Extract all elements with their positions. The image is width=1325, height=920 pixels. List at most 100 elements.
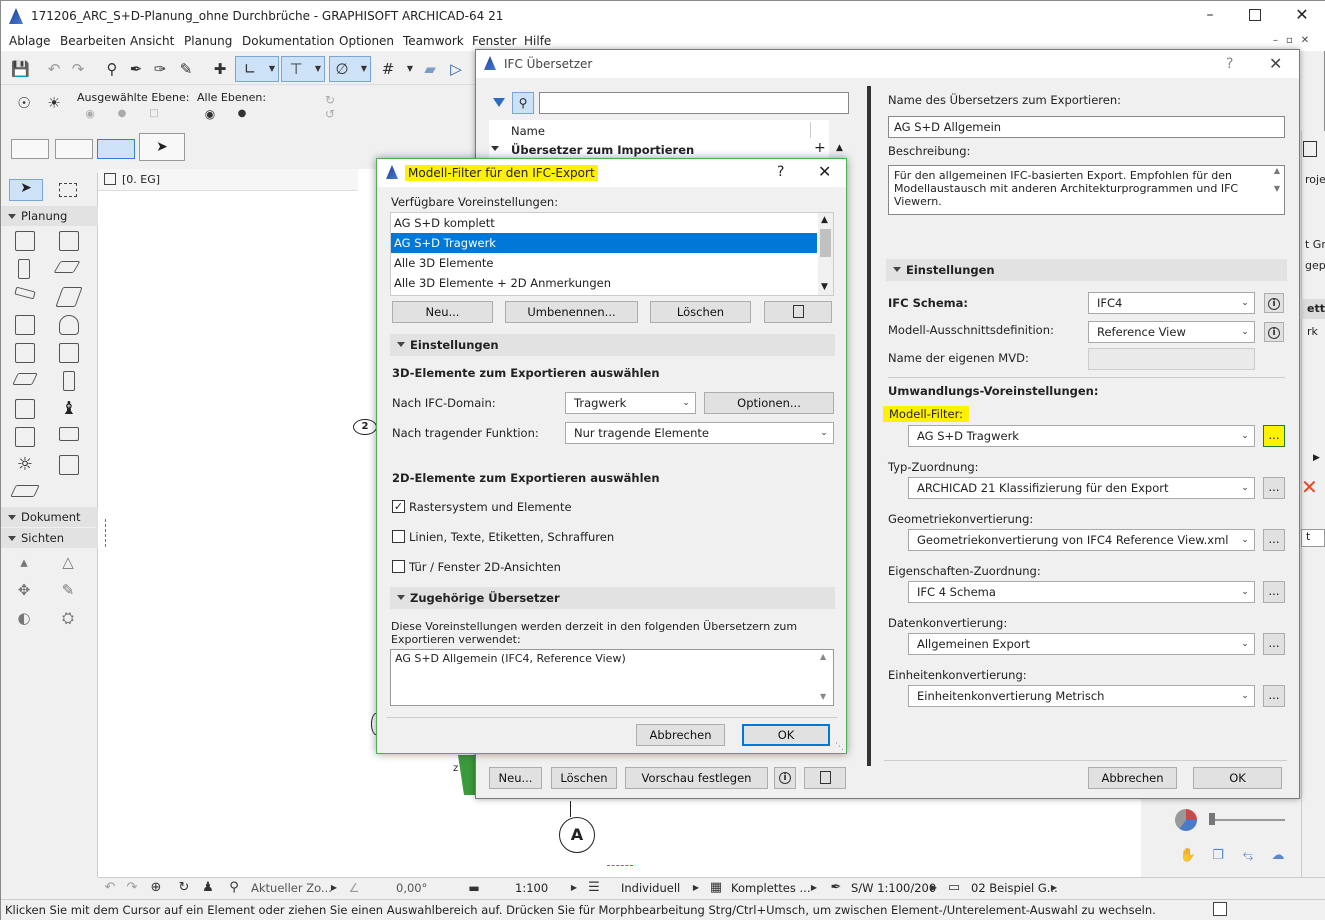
scroll-thumb[interactable]	[820, 229, 831, 257]
zoom-fit-icon[interactable]: ⚲	[225, 879, 243, 897]
scroll-down-icon[interactable]: ▼	[821, 282, 828, 292]
magic-wand-icon[interactable]: ✎	[177, 60, 195, 78]
palette-icon-3[interactable]: ⥃	[1239, 847, 1257, 865]
story-tab[interactable]: [0. EG]	[98, 169, 358, 191]
model-view-icon[interactable]: ▦	[707, 879, 725, 897]
save-icon[interactable]: 💾	[11, 60, 30, 78]
preset-item-selected[interactable]: AG S+D Tragwerk	[391, 233, 817, 253]
related-translators-header[interactable]: Zugehörige Übersetzer	[390, 587, 835, 609]
change-tool-icon[interactable]: ◐	[15, 609, 33, 627]
ifc-settings-header[interactable]: Einstellungen	[886, 259, 1287, 281]
detail-tool-icon[interactable]: ✥	[15, 581, 33, 599]
panel-splitter[interactable]	[867, 86, 871, 766]
orbit-icon[interactable]: ↻	[175, 879, 193, 897]
skylight-tool-icon[interactable]	[63, 371, 75, 391]
preset-item[interactable]: AG S+D komplett	[391, 213, 817, 233]
preset-export-button[interactable]	[764, 301, 832, 323]
ifc-dialog-help-button[interactable]: ?	[1226, 56, 1233, 72]
units-edit-button[interactable]: ...	[1263, 685, 1285, 707]
ifc-ok-button[interactable]: OK	[1193, 767, 1282, 789]
collapse-icon[interactable]: ▲	[836, 143, 843, 153]
filter-ok-button[interactable]: OK	[742, 724, 830, 746]
related-scroll-up-icon[interactable]: ▲	[820, 652, 826, 661]
translator-name-input[interactable]: AG S+D Allgemein	[888, 116, 1285, 138]
maximize-button[interactable]	[1249, 9, 1261, 21]
preset-item[interactable]: Alle 3D Elemente	[391, 253, 817, 273]
ifc-dialog-close-button[interactable]: ✕	[1269, 54, 1282, 73]
scroll-up-icon[interactable]: ▲	[821, 215, 828, 225]
checkbox-door-window[interactable]	[392, 560, 405, 573]
palette-slider-thumb[interactable]	[1209, 813, 1215, 825]
redo-zoom-icon[interactable]: ↷	[123, 879, 141, 897]
ifc-schema-select[interactable]: IFC4 ⌄	[1088, 292, 1255, 314]
palette-slider[interactable]	[1211, 819, 1285, 821]
structural-function-select[interactable]: Nur tragende Elemente ⌄	[565, 422, 834, 444]
data-conversion-edit-button[interactable]: ...	[1263, 633, 1285, 655]
resize-grip-icon[interactable]: ⋱	[835, 742, 844, 752]
lock-icon[interactable]: ●	[113, 105, 131, 123]
layer-combo-value[interactable]: Individuell	[621, 881, 680, 895]
filter-icon[interactable]	[493, 98, 505, 107]
checkbox-grid-system[interactable]: ✓	[392, 500, 405, 513]
palette-icon-1[interactable]: ✋	[1179, 847, 1197, 865]
window-tool-icon[interactable]	[15, 343, 35, 363]
filter-dialog-help-button[interactable]: ?	[777, 164, 784, 180]
right-panel-chevron[interactable]: ▶	[1313, 453, 1320, 463]
angle-value[interactable]: 0,00°	[396, 881, 427, 895]
checkbox-lines-texts[interactable]	[392, 530, 405, 543]
model-filter-edit-button[interactable]: ...	[1263, 425, 1285, 447]
eye-icon[interactable]: ◉	[201, 105, 219, 123]
zoom-combo[interactable]: Aktueller Zo...	[251, 881, 332, 895]
toolbox-section-dokument[interactable]: Dokument	[1, 507, 98, 527]
section-tool-icon[interactable]: ▴	[15, 553, 33, 571]
find-select-icon[interactable]: ⚲	[103, 60, 121, 78]
menu-hilfe[interactable]: Hilfe	[524, 34, 551, 48]
ifc-domain-select[interactable]: Tragwerk ⌄	[565, 392, 696, 414]
menu-fenster[interactable]: Fenster	[472, 34, 517, 48]
worksheet-tool-icon[interactable]: ✎	[59, 581, 77, 599]
ifc-preview-button[interactable]: Vorschau festlegen	[625, 767, 768, 789]
angle-icon[interactable]: ∠	[345, 879, 363, 897]
toolbox-section-planung[interactable]: Planung	[1, 206, 98, 226]
railing-tool-icon[interactable]	[59, 427, 79, 441]
preset-rename-button[interactable]: Umbenennen...	[505, 301, 638, 323]
layer-combo-icon[interactable]: ☰	[585, 879, 603, 897]
toolbox-section-sichten[interactable]: Sichten	[1, 528, 98, 548]
filter-dialog-close-button[interactable]: ✕	[818, 162, 831, 181]
eye-icon[interactable]: ◉	[81, 105, 99, 123]
menu-bearbeiten[interactable]: Bearbeiten	[60, 34, 126, 48]
column-tool-icon[interactable]	[18, 259, 30, 279]
shell-tool-icon[interactable]	[15, 315, 35, 335]
palette-chart-icon[interactable]	[1175, 809, 1197, 831]
units-select[interactable]: Einheitenkonvertierung Metrisch ⌄	[908, 685, 1255, 707]
morph-tool-icon[interactable]	[59, 315, 79, 335]
chevron-down-icon[interactable]	[491, 146, 499, 151]
menu-dokumentation[interactable]: Dokumentation	[242, 34, 335, 48]
type-mapping-edit-button[interactable]: ...	[1263, 477, 1285, 499]
menu-teamwork[interactable]: Teamwork	[403, 34, 464, 48]
preset-new-button[interactable]: Neu...	[392, 301, 493, 323]
selection-method-button[interactable]	[11, 139, 49, 159]
arrow-tool[interactable]: ➤	[9, 179, 43, 201]
menu-optionen[interactable]: Optionen	[339, 34, 394, 48]
layer-icon[interactable]: □	[145, 105, 163, 123]
mvd-select[interactable]: Reference View ⌄	[1088, 321, 1255, 343]
status-clipboard-icon[interactable]	[1213, 902, 1227, 916]
add-icon[interactable]: +	[814, 140, 826, 156]
snap-icon[interactable]: ✚	[211, 60, 229, 78]
refresh-icon[interactable]: ↺	[321, 105, 339, 123]
stair-tool-icon[interactable]	[15, 427, 35, 447]
marquee-button[interactable]	[55, 139, 93, 159]
ifc-schema-info-button[interactable]: i	[1264, 293, 1284, 313]
properties-edit-button[interactable]: ...	[1263, 581, 1285, 603]
ifc-cancel-button[interactable]: Abbrechen	[1088, 767, 1177, 789]
description-textarea[interactable]: Für den allgemeinen IFC-basierten Export…	[888, 165, 1285, 215]
model-filter-select[interactable]: AG S+D Tragwerk ⌄	[908, 425, 1255, 447]
pick-up-icon[interactable]: ✒	[127, 60, 145, 78]
lamp-tool-icon[interactable]: ☼	[15, 455, 35, 475]
lock-icon[interactable]: ●	[233, 105, 251, 123]
description-scrollbar[interactable]: ▲ ▼	[1270, 166, 1284, 214]
view-icon[interactable]: ▷	[447, 60, 465, 78]
redo-icon[interactable]: ↷	[69, 60, 87, 78]
zoom-in-icon[interactable]: ⊕	[147, 879, 165, 897]
